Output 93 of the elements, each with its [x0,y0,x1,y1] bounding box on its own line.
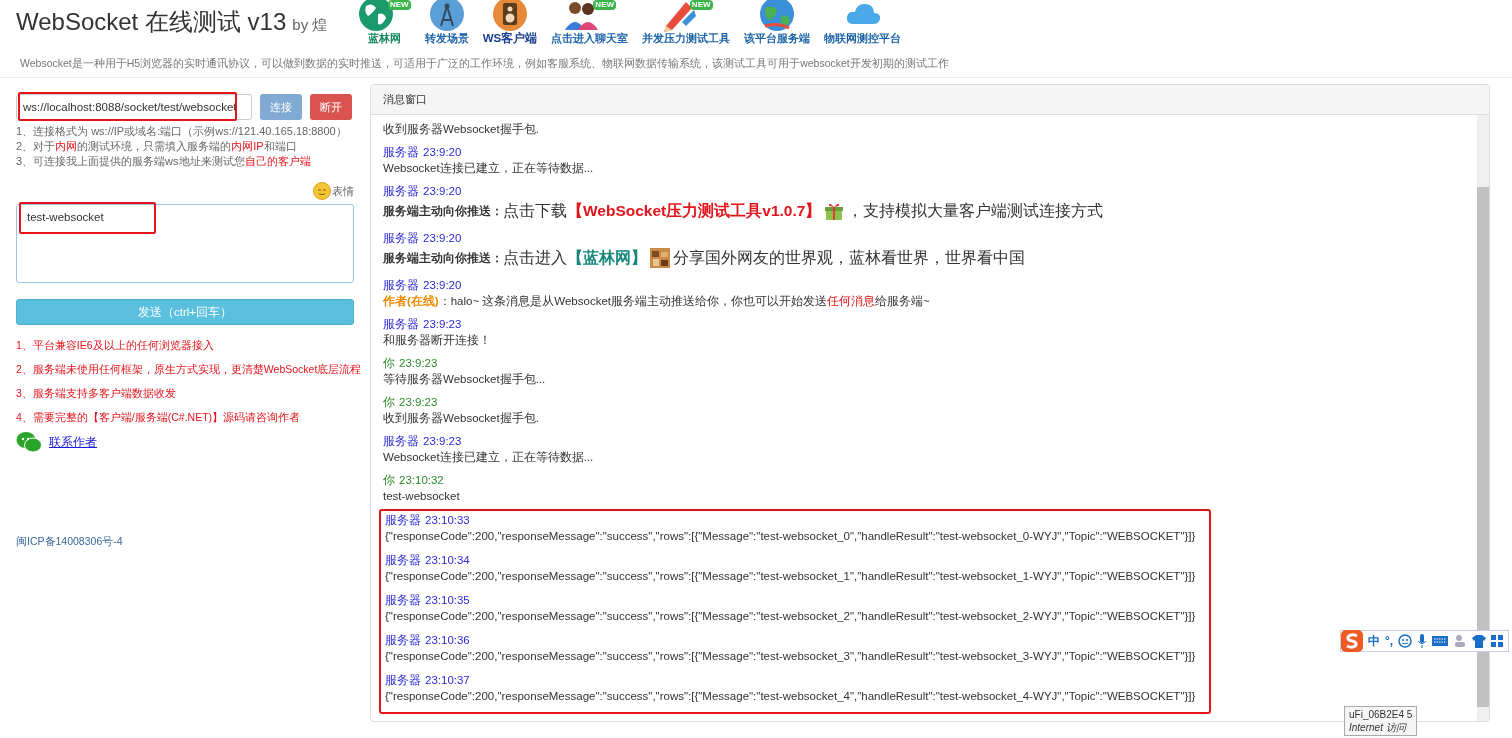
message-text: 点击进入 [503,250,567,266]
nav-link[interactable]: 该平台服务端 [744,0,811,44]
message-time: 23:9:23 [399,356,438,371]
message-time: 23:9:23 [423,317,462,332]
message-link[interactable]: 【蓝林网】 [567,250,647,266]
message-text: 分享国外网友的世界观，蓝林看世界，世界看中国 [673,250,1025,266]
message-text: ：halo~ 这条消息是从Websocket服务端主动推送给你，你也可以开始发送任何消息给服务端~ [438,295,930,307]
site-description: Websocket是一种用于H5浏览器的实时通讯协议，可以做到数据的实时推送，可适用于广泛的工作环境，例如客服系统、物联网数据传输系统，该测试工具可用于websocket开发初期的测试工作 [0,50,1512,78]
message-time: 23:10:36 [425,633,470,648]
note-text: 2、服务端未使用任何框架，原生方式实现，更清楚WebSocket底层流程 [16,362,362,377]
nav-link[interactable]: NEW 点击进入聊天室 [551,0,629,44]
nav-link[interactable]: 转发场景 [424,0,469,44]
message-text: 等待服务器Websocket握手包... [383,372,547,387]
message-sender: 服务器 [383,434,419,449]
message-text: Websocket连接已建立，正在等待数据... [383,161,595,176]
message-text: 收到服务器Websocket握手包. [383,411,540,426]
contact-link[interactable]: 联系作者 [49,433,97,451]
message-sender: 你 [383,473,395,488]
new-badge: NEW [689,0,713,10]
message-text: {"responseCode":200,"responseMessage":"success","rows":[{"Message":"test-websocket_3","handleResult":"test-websocket_3-WYJ","Topic":"WEBSOCKET"}]} [385,649,1196,664]
punctuation-toggle[interactable]: °, [1385,634,1394,648]
nav-link[interactable]: WS客户端 [482,0,538,44]
message-text: ，支持模拟大量客户端测试连接方式 [847,203,1104,219]
message-sender: 服务器 [383,231,419,246]
nav-link[interactable]: NEW 蓝林网 [358,0,411,44]
message-text: {"responseCode":200,"responseMessage":"success","rows":[{"Message":"test-websocket_0","handleResult":"test-websocket_0-WYJ","Topic":"WEBSOCKET"}]} [385,529,1196,544]
note-text: 1、平台兼容IE6及以上的任何浏览器接入 [16,338,214,353]
message-time: 23:9:23 [399,395,438,410]
nav-link[interactable]: 物联网测控平台 [824,0,902,44]
smiley-icon [313,182,331,200]
hint-text: 3、可连接我上面提供的服务端ws地址来测试您自己的客户端 [16,154,312,169]
message-sender: 服务器 [383,145,419,160]
message-text: {"responseCode":200,"responseMessage":"success","rows":[{"Message":"test-websocket_2","handleResult":"test-websocket_2-WYJ","Topic":"WEBSOCKET"}]} [385,609,1196,624]
message-time: 23:9:23 [423,434,462,449]
icp-link[interactable]: 闽ICP备14008306号-4 [16,535,354,549]
message-text: {"responseCode":200,"responseMessage":"success","rows":[{"Message":"test-websocket_4","handleResult":"test-websocket_4-WYJ","Topic":"WEBSOCKET"}]} [385,689,1196,704]
message-text: Websocket连接已建立，正在等待数据... [383,450,595,465]
message-time: 23:9:20 [423,231,462,246]
message-time: 23:9:20 [423,278,462,293]
microphone-icon [1417,634,1428,648]
message-time: 23:9:20 [423,145,462,160]
message-link[interactable]: 【WebSocket压力测试工具v1.0.7】 [567,203,822,219]
globe-icon [759,0,796,32]
message-text: 点击下载 [503,203,567,219]
user-icon [1453,634,1468,648]
message-time: 23:10:37 [425,673,470,688]
tooltip-text: uFi_06B2E4 5 [1349,708,1413,721]
hint-text: 2、对于内网的测试环境，只需填入服务端的内网IP和端口 [16,139,298,154]
site-title: WebSocket 在线测试 v13 [16,7,287,37]
message-sender: 服务器 [385,633,421,648]
grid-icon [1491,634,1505,648]
disconnect-button[interactable]: 断开 [310,94,352,120]
message-text: 和服务器断开连接！ [383,333,492,348]
url-field[interactable]: ws://localhost:8088/socket/test/websocket [16,94,252,120]
new-badge: NEW [593,0,617,10]
nav-link[interactable]: NEW 并发压力测试工具 [642,0,731,44]
emoji-button[interactable]: 表情 [313,182,354,200]
author-label: 作者(在线) [383,295,439,307]
message-sender: 你 [383,356,395,371]
message-time: 23:10:33 [425,513,470,528]
message-sender: 服务器 [385,553,421,568]
message-sender: 服务器 [385,593,421,608]
message-sender: 你 [383,395,395,410]
keyboard-icon [1432,635,1449,647]
chat-icon [16,431,42,453]
message-time: 23:10:34 [425,553,470,568]
message-sender: 服务器 [385,513,421,528]
message-time: 23:10:35 [425,593,470,608]
tooltip-text: Internet 访问 [1349,721,1408,734]
panel-title: 消息窗口 [371,85,1489,115]
shirt-icon [1472,634,1487,648]
push-label: 服务端主动向你推送： [383,203,503,219]
message-sender: 服务器 [383,278,419,293]
message-text: {"responseCode":200,"responseMessage":"success","rows":[{"Message":"test-websocket_1","handleResult":"test-websocket_1-WYJ","Topic":"WEBSOCKET"}]} [385,569,1196,584]
message-input[interactable]: test-websocket [16,204,354,283]
push-label: 服务端主动向你推送： [383,250,503,266]
speaker-icon [491,0,528,32]
ime-mode[interactable]: 中 [1368,632,1380,650]
note-text: 4、需要完整的【客户端/服务端(C#.NET)】源码请咨询作者 [16,410,301,425]
note-text: 3、服务端支持多客户端数据收发 [16,386,176,401]
new-badge: NEW [388,0,411,10]
gift-icon [824,201,845,221]
hint-text: 1、连接格式为 ws://IP或域名:端口（示例ws://121.40.165.18:8800） [16,124,348,139]
smiley-icon [1398,634,1413,648]
message-sender: 服务器 [383,184,419,199]
message-time: 23:10:32 [399,473,444,488]
byline: by 煌 [292,16,328,35]
message-sender: 服务器 [385,673,421,688]
antenna-icon [428,0,465,32]
message-time: 23:9:20 [423,184,462,199]
message-sender: 服务器 [383,317,419,332]
message-text: 收到服务器Websocket握手包. [383,122,540,137]
message-text: test-websocket [383,489,461,504]
